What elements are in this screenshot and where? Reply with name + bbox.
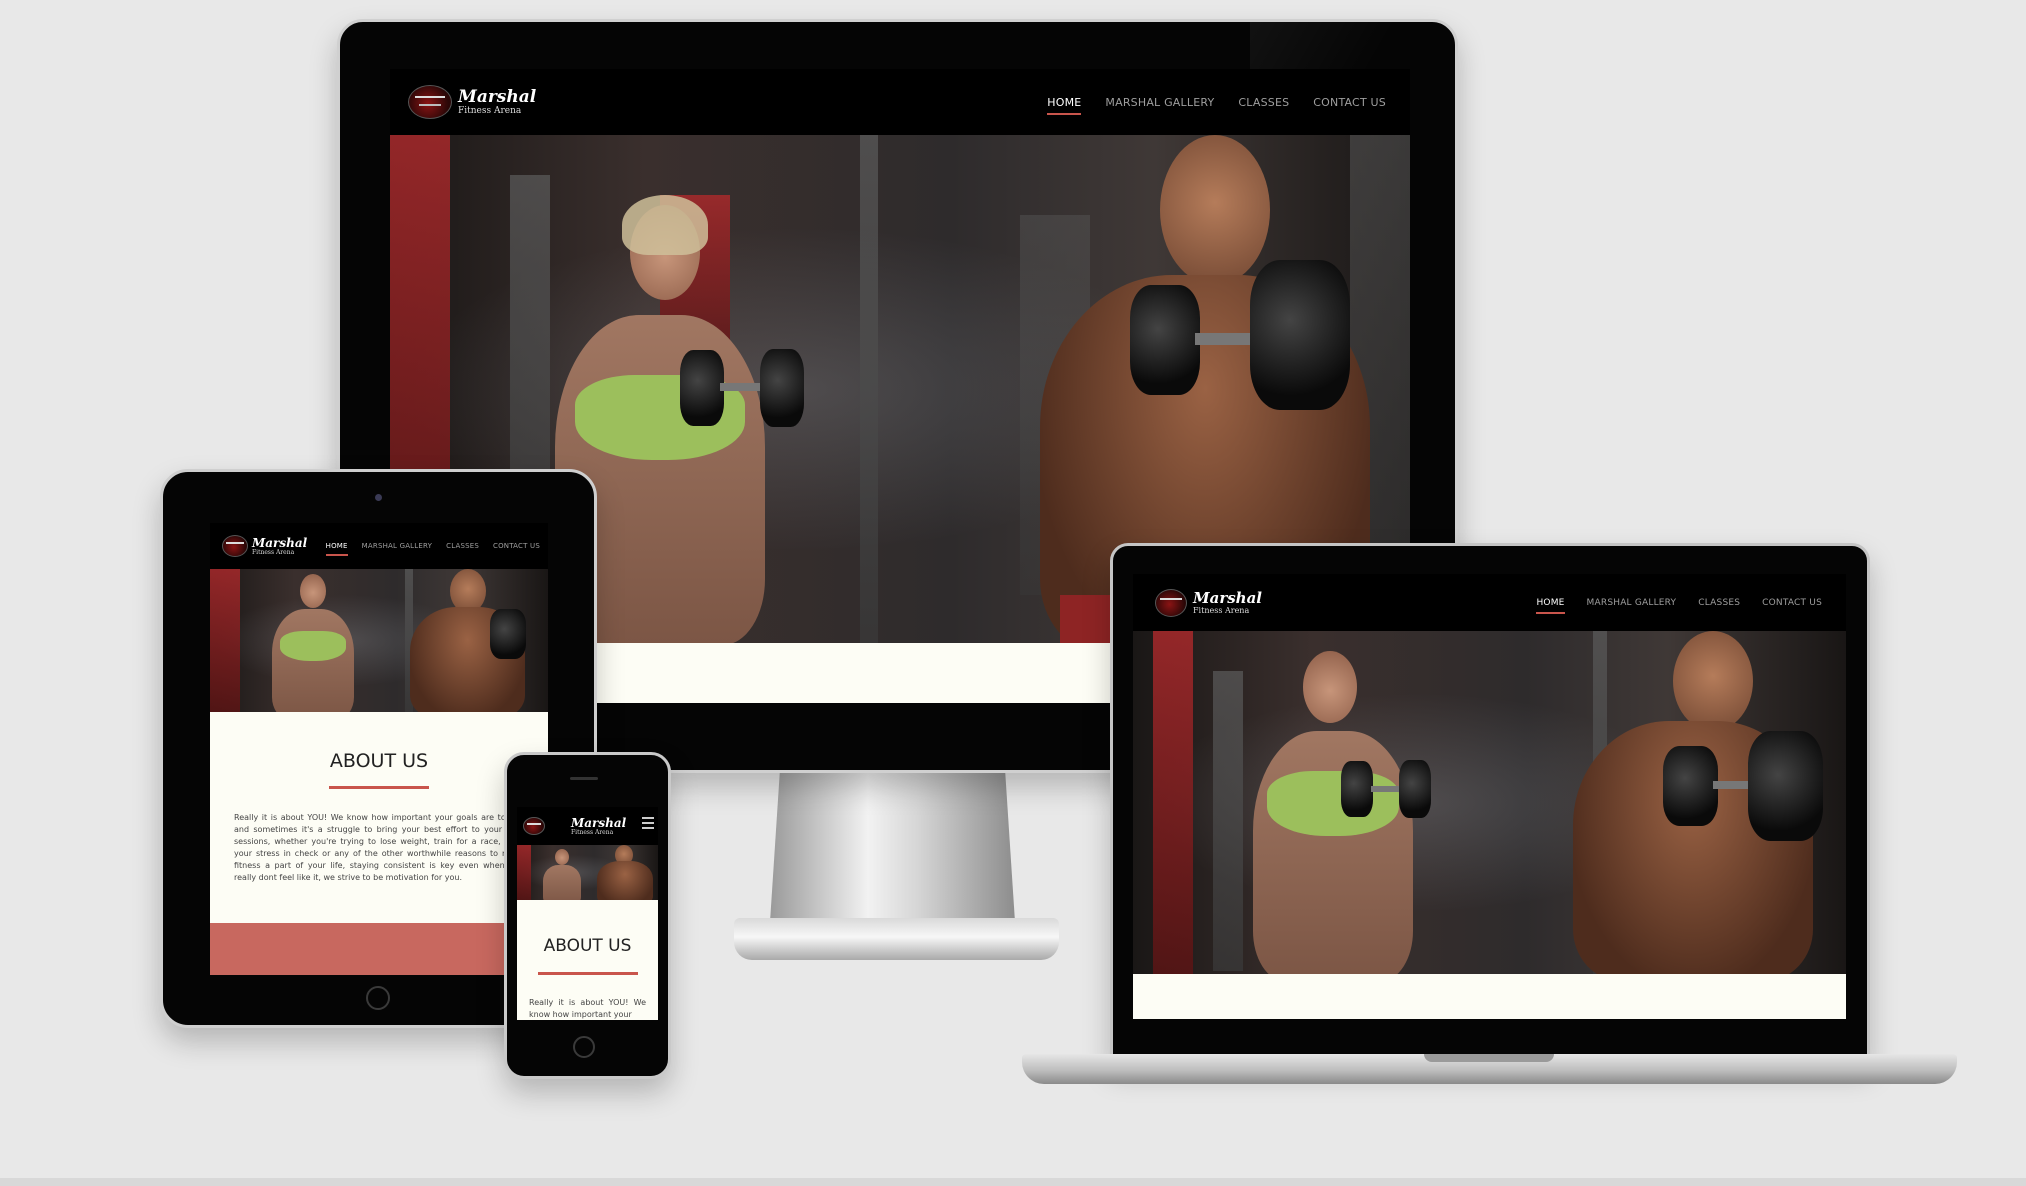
phone-about-rule — [538, 972, 638, 975]
desktop-logo[interactable]: Marshal Fitness Arena — [408, 85, 536, 119]
phone-logo[interactable]: Marshal Fitness Arena — [523, 817, 626, 836]
phone-hero-image — [517, 845, 658, 900]
brand-name: Marshal — [1193, 588, 1262, 607]
desktop-site-header: Marshal Fitness Arena HOME MARSHAL GALLE… — [390, 69, 1410, 135]
nav-home[interactable]: HOME — [1047, 96, 1082, 115]
laptop-nav: HOME MARSHAL GALLERY CLASSES CONTACT US — [1536, 598, 1822, 614]
tablet-about-text: Really it is about YOU! We know how impo… — [234, 813, 524, 882]
tablet-nav: HOME MARSHAL GALLERY CLASSES CONTACT US — [325, 542, 540, 556]
brand-tagline: Fitness Arena — [1193, 605, 1250, 615]
phone-home-button[interactable] — [573, 1036, 595, 1058]
dumbbell-crest-icon — [1155, 588, 1187, 617]
nav-classes[interactable]: CLASSES — [1238, 96, 1289, 109]
nav-marshal-gallery[interactable]: MARSHAL GALLERY — [1587, 598, 1677, 608]
phone-about-title: ABOUT US — [543, 936, 632, 956]
tablet-logo[interactable]: Marshal Fitness Arena — [222, 535, 307, 557]
phone-screen: Marshal Fitness Arena ABOUT US Really it… — [517, 807, 658, 1020]
page-floor — [0, 1178, 2026, 1186]
nav-marshal-gallery[interactable]: MARSHAL GALLERY — [362, 542, 432, 550]
brand-tagline: Fitness Arena — [571, 828, 614, 836]
phone-site-header: Marshal Fitness Arena — [517, 807, 658, 845]
laptop-site-header: Marshal Fitness Arena HOME MARSHAL GALLE… — [1133, 574, 1846, 631]
brand-name: Marshal — [458, 86, 537, 107]
dumbbell-crest-icon — [222, 535, 248, 557]
brand-tagline: Fitness Arena — [252, 548, 295, 556]
monitor-stand-base — [734, 918, 1059, 960]
phone-about-text: Really it is about YOU! We know how impo… — [529, 998, 646, 1019]
dumbbell-crest-icon — [408, 85, 452, 119]
dumbbell-crest-icon — [523, 817, 545, 835]
tablet-site-header: Marshal Fitness Arena HOME MARSHAL GALLE… — [210, 523, 548, 569]
laptop-hero-image — [1133, 631, 1846, 974]
laptop-screen: Marshal Fitness Arena HOME MARSHAL GALLE… — [1133, 574, 1846, 1019]
tablet-hero-image — [210, 569, 548, 712]
brand-name: Marshal — [252, 535, 308, 550]
tablet-camera — [375, 494, 382, 501]
nav-classes[interactable]: CLASSES — [446, 542, 479, 550]
phone-speaker — [570, 777, 598, 780]
nav-contact-us[interactable]: CONTACT US — [1762, 598, 1822, 608]
tablet-about-title: ABOUT US — [329, 750, 429, 772]
nav-home[interactable]: HOME — [1536, 598, 1565, 614]
tablet-home-button[interactable] — [366, 986, 390, 1010]
laptop-notch — [1424, 1054, 1554, 1062]
laptop-logo[interactable]: Marshal Fitness Arena — [1155, 588, 1262, 617]
brand-tagline: Fitness Arena — [458, 105, 522, 116]
desktop-nav: HOME MARSHAL GALLERY CLASSES CONTACT US — [1047, 96, 1386, 115]
tablet-screen: Marshal Fitness Arena HOME MARSHAL GALLE… — [210, 523, 548, 975]
nav-contact-us[interactable]: CONTACT US — [1313, 96, 1386, 109]
monitor-stand-neck — [770, 772, 1015, 922]
nav-contact-us[interactable]: CONTACT US — [493, 542, 540, 550]
tablet-salmon-band — [210, 923, 548, 975]
nav-classes[interactable]: CLASSES — [1698, 598, 1740, 608]
brand-name: Marshal — [571, 815, 627, 830]
tablet-about-rule — [329, 786, 429, 789]
hamburger-menu-icon[interactable] — [642, 817, 654, 832]
nav-marshal-gallery[interactable]: MARSHAL GALLERY — [1105, 96, 1214, 109]
nav-home[interactable]: HOME — [325, 542, 348, 556]
